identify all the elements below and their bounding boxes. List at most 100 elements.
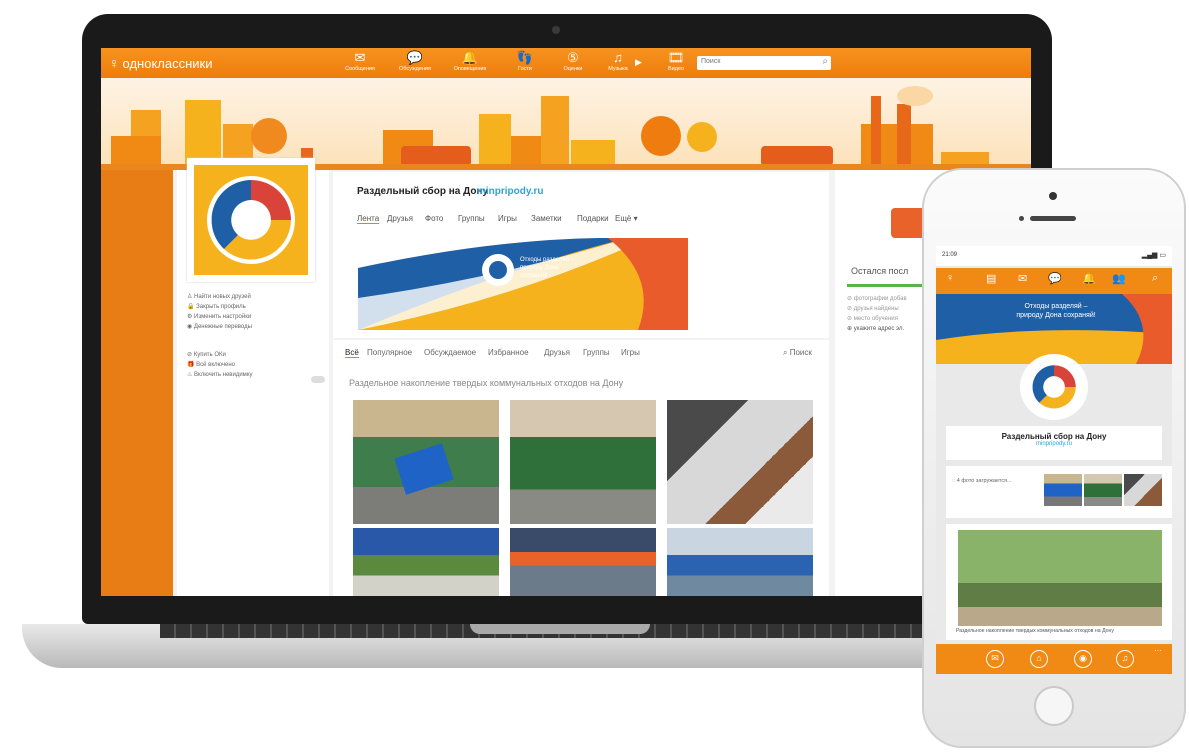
envelope-icon[interactable]: ✉ <box>986 650 1004 668</box>
phone-sensor <box>1019 216 1024 221</box>
menu-label: Купить ОКи <box>193 352 226 358</box>
laptop-screen: ♀ одноклассники ✉ Сообщения 💬 Обсуждения 🔔 О… <box>101 48 1031 596</box>
chat-icon[interactable]: 💬 <box>1048 272 1062 285</box>
cover-banner-city <box>101 78 1031 170</box>
nav-ratings[interactable]: ⑤ Оценки <box>550 50 596 78</box>
recycling-logo-icon <box>207 176 295 264</box>
promo-banner[interactable]: Отходы разделяй – природу Дона сохраняй! <box>358 238 688 330</box>
bell-icon: 🔔 <box>461 50 479 65</box>
laptop-notch <box>470 624 650 634</box>
photo-workers[interactable] <box>510 528 656 596</box>
camera-icon[interactable]: ◉ <box>1074 650 1092 668</box>
phone-nav-bar: ♀ ▤ ✉ 💬 🔔 👥 ⌕ <box>936 268 1172 294</box>
menu-settings[interactable]: ⚙ Изменить настройки <box>187 313 252 320</box>
tab-friends[interactable]: Друзья <box>387 214 413 223</box>
post-photo-people[interactable] <box>958 530 1162 626</box>
feed-tab-favorites[interactable]: Избранное <box>488 348 529 357</box>
menu-buy-ok[interactable]: ⊘ Купить ОКи <box>187 351 253 358</box>
promo-text: Отходы разделяй – природу Дона сохраняй! <box>520 257 575 279</box>
menu-all-inclusive[interactable]: 🎁 Всё включено <box>187 361 253 368</box>
checklist-label: укажите адрес эл. <box>853 326 905 332</box>
checklist-label: фотографии добав <box>853 296 907 302</box>
tab-games[interactable]: Игры <box>498 214 517 223</box>
more-dots-icon[interactable]: ··· <box>1154 646 1162 655</box>
feed-tab-friends[interactable]: Друзья <box>544 348 570 357</box>
nav-notifications[interactable]: 🔔 Оповещения <box>447 50 493 78</box>
photo-plant[interactable] <box>667 528 813 596</box>
post-caption: Раздельное накопление твердых коммунальн… <box>956 628 1114 634</box>
checklist-label: место обучения <box>853 316 898 322</box>
group-title: Раздельный сбор на Дону <box>357 186 489 197</box>
nav-label: Сообщения <box>345 66 375 72</box>
checklist-item[interactable]: ⊕ укажите адрес эл. <box>847 324 907 334</box>
menu-money-transfers[interactable]: ◉ Денежные переводы <box>187 323 252 330</box>
tab-groups[interactable]: Группы <box>458 214 485 223</box>
nav-messages[interactable]: ✉ Сообщения <box>337 50 383 78</box>
search-icon[interactable]: ⌕ <box>1152 272 1158 285</box>
ok-logo[interactable]: ♀ одноклассники <box>109 55 212 71</box>
group-url-link[interactable]: minpripody.ru <box>477 186 543 197</box>
feed-icon[interactable]: ▤ <box>986 272 996 285</box>
invisible-toggle[interactable] <box>311 376 325 383</box>
upload-thumb[interactable] <box>1084 474 1122 506</box>
feed-tab-all[interactable]: Всё <box>345 348 359 358</box>
search-icon[interactable]: ⌕ <box>822 56 828 67</box>
photo-containers-lift[interactable] <box>353 400 499 524</box>
status-time: 21:09 <box>942 252 958 258</box>
phone-status-bar: 21:09 ▂▄▆ ▭ <box>936 246 1172 266</box>
ok-logo-icon[interactable]: ♀ <box>946 272 954 284</box>
menu-label: Закрыть профиль <box>196 304 246 310</box>
feed-tab-discussed[interactable]: Обсуждаемое <box>424 348 476 357</box>
nav-label: Гости <box>517 66 532 72</box>
tab-feed[interactable]: Лента <box>357 214 380 224</box>
play-icon[interactable]: ▶ <box>635 57 642 68</box>
menu-label: Включить невидимку <box>194 372 253 378</box>
tab-more[interactable]: Ещё ▾ <box>615 214 638 223</box>
nav-label: Оценки <box>563 66 583 72</box>
footprints-icon: 👣 <box>516 50 534 65</box>
feed-tab-popular[interactable]: Популярное <box>367 348 412 357</box>
tab-notes[interactable]: Заметки <box>531 214 562 223</box>
nav-guests[interactable]: 👣 Гости <box>502 50 548 78</box>
photo-sorting-bins[interactable] <box>667 400 813 524</box>
avatar-bg <box>194 165 308 275</box>
menu-close-profile[interactable]: 🔒 Закрыть профиль <box>187 303 252 310</box>
feed-tab-games[interactable]: Игры <box>621 348 640 357</box>
checklist-item[interactable]: ⊘ место обучения <box>847 314 907 324</box>
left-menu-b: ⊘ Купить ОКи 🎁 Всё включено ♨ Включить н… <box>187 351 253 378</box>
nav-label: Обсуждения <box>399 66 431 72</box>
search-input[interactable]: Поиск ⌕ <box>697 56 831 70</box>
menu-find-friends[interactable]: ♙ Найти новых друзей <box>187 293 252 300</box>
search-icon: ⌕ <box>783 348 790 357</box>
checklist-item[interactable]: ⊘ друзья найдены <box>847 304 907 314</box>
top-nav-bar: ♀ одноклассники ✉ Сообщения 💬 Обсуждения 🔔 О… <box>101 48 1031 78</box>
logo-text: одноклассники <box>122 56 213 71</box>
menu-invisible[interactable]: ♨ Включить невидимку <box>187 371 253 378</box>
upload-thumb[interactable] <box>1124 474 1162 506</box>
photo-green-containers[interactable] <box>510 400 656 524</box>
checklist-item[interactable]: ⊘ фотографии добав <box>847 294 907 304</box>
menu-label: Всё включено <box>196 362 236 368</box>
feed-search[interactable]: ⌕ Поиск <box>783 348 812 358</box>
video-icon: 🎞 <box>667 50 685 65</box>
music-icon[interactable]: ♫ <box>1116 650 1134 668</box>
nav-discussions[interactable]: 💬 Обсуждения <box>392 50 438 78</box>
phone-group-avatar[interactable] <box>1020 354 1088 420</box>
envelope-icon[interactable]: ✉ <box>1018 272 1027 285</box>
home-icon[interactable]: ⌂ <box>1030 650 1048 668</box>
friends-icon[interactable]: 👥 <box>1112 272 1126 285</box>
loading-label: 4 фото загружается... <box>956 478 1012 484</box>
phone-group-url[interactable]: minpripody.ru <box>946 441 1162 447</box>
chat-icon: 💬 <box>406 50 424 65</box>
upload-thumb[interactable] <box>1044 474 1082 506</box>
tab-gifts[interactable]: Подарки <box>577 214 609 223</box>
tab-photos[interactable]: Фото <box>425 214 443 223</box>
photo-sorting-line[interactable] <box>353 528 499 596</box>
phone-home-button[interactable] <box>1034 686 1074 726</box>
phone-upload-card: ◌ 4 фото загружается... <box>946 466 1172 518</box>
feed-tab-groups[interactable]: Группы <box>583 348 610 357</box>
rating-icon: ⑤ <box>567 50 579 65</box>
bell-icon[interactable]: 🔔 <box>1082 272 1096 285</box>
group-avatar[interactable] <box>187 158 315 282</box>
nav-video[interactable]: 🎞 Видео <box>653 50 699 78</box>
